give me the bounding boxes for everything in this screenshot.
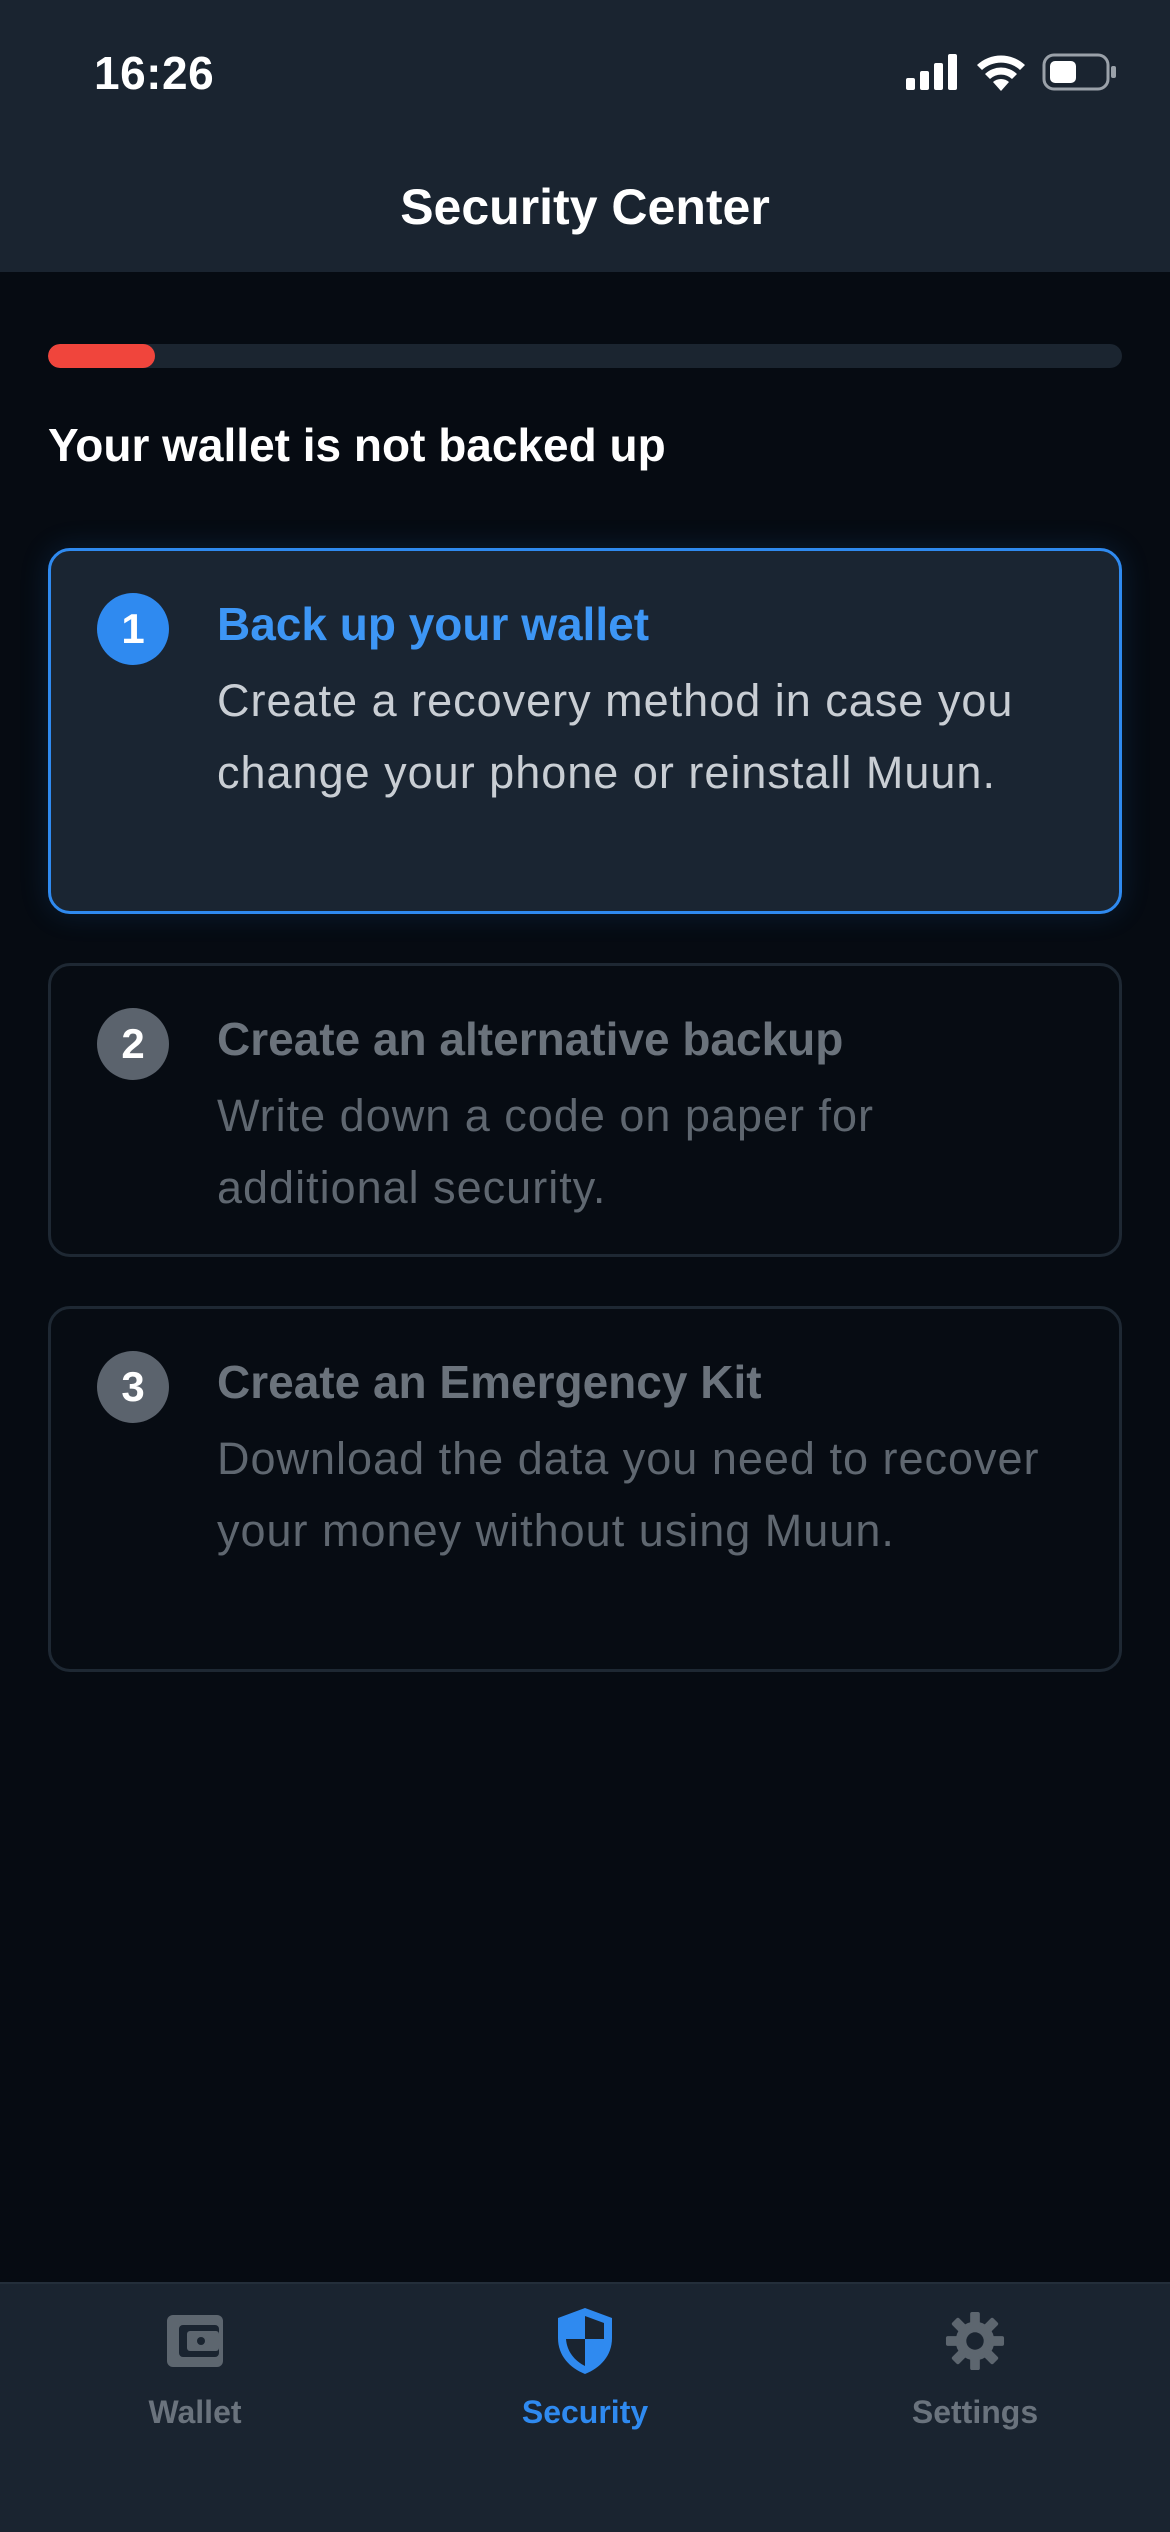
step-card-alternative-backup[interactable]: 2 Create an alternative backup Write dow… [48,963,1122,1257]
step-description: Download the data you need to recover yo… [217,1433,1040,1556]
page-title: Security Center [400,179,770,235]
step-card-backup-wallet[interactable]: 1 Back up your wallet Create a recovery … [48,548,1122,914]
shield-icon [555,2306,615,2376]
tab-security[interactable]: Security [390,2284,780,2532]
step-number-badge: 2 [97,1008,169,1080]
step-title: Create an alternative backup [217,1013,844,1065]
wifi-icon [976,53,1026,96]
wallet-icon [165,2306,225,2376]
status-bar: 16:26 [0,0,1170,150]
status-icons [906,52,1118,96]
tab-label: Settings [911,2394,1039,2430]
step-card-emergency-kit[interactable]: 3 Create an Emergency Kit Download the d… [48,1306,1122,1672]
signal-icon [906,53,960,95]
step-number-badge: 3 [97,1351,169,1423]
tab-wallet[interactable]: Wallet [0,2284,390,2532]
tab-label: Wallet [148,2394,242,2430]
clock: 16:26 [94,47,215,99]
step-title: Create an Emergency Kit [217,1356,762,1408]
step-description: Create a recovery method in case you cha… [217,675,1014,798]
tab-label: Security [521,2394,649,2430]
battery-icon [1042,53,1118,96]
step-number-badge: 1 [97,593,169,665]
header: 16:26 Security Center [0,0,1170,272]
backup-progress-fill [48,344,156,368]
step-title: Back up your wallet [217,598,650,650]
tab-settings[interactable]: Settings [780,2284,1170,2532]
gear-icon [945,2306,1005,2376]
tab-bar: Wallet Security Settings [0,2282,1170,2532]
step-description: Write down a code on paper for additiona… [217,1090,875,1213]
backup-status-text: Your wallet is not backed up [48,419,666,471]
backup-progress-bar [48,344,1122,368]
